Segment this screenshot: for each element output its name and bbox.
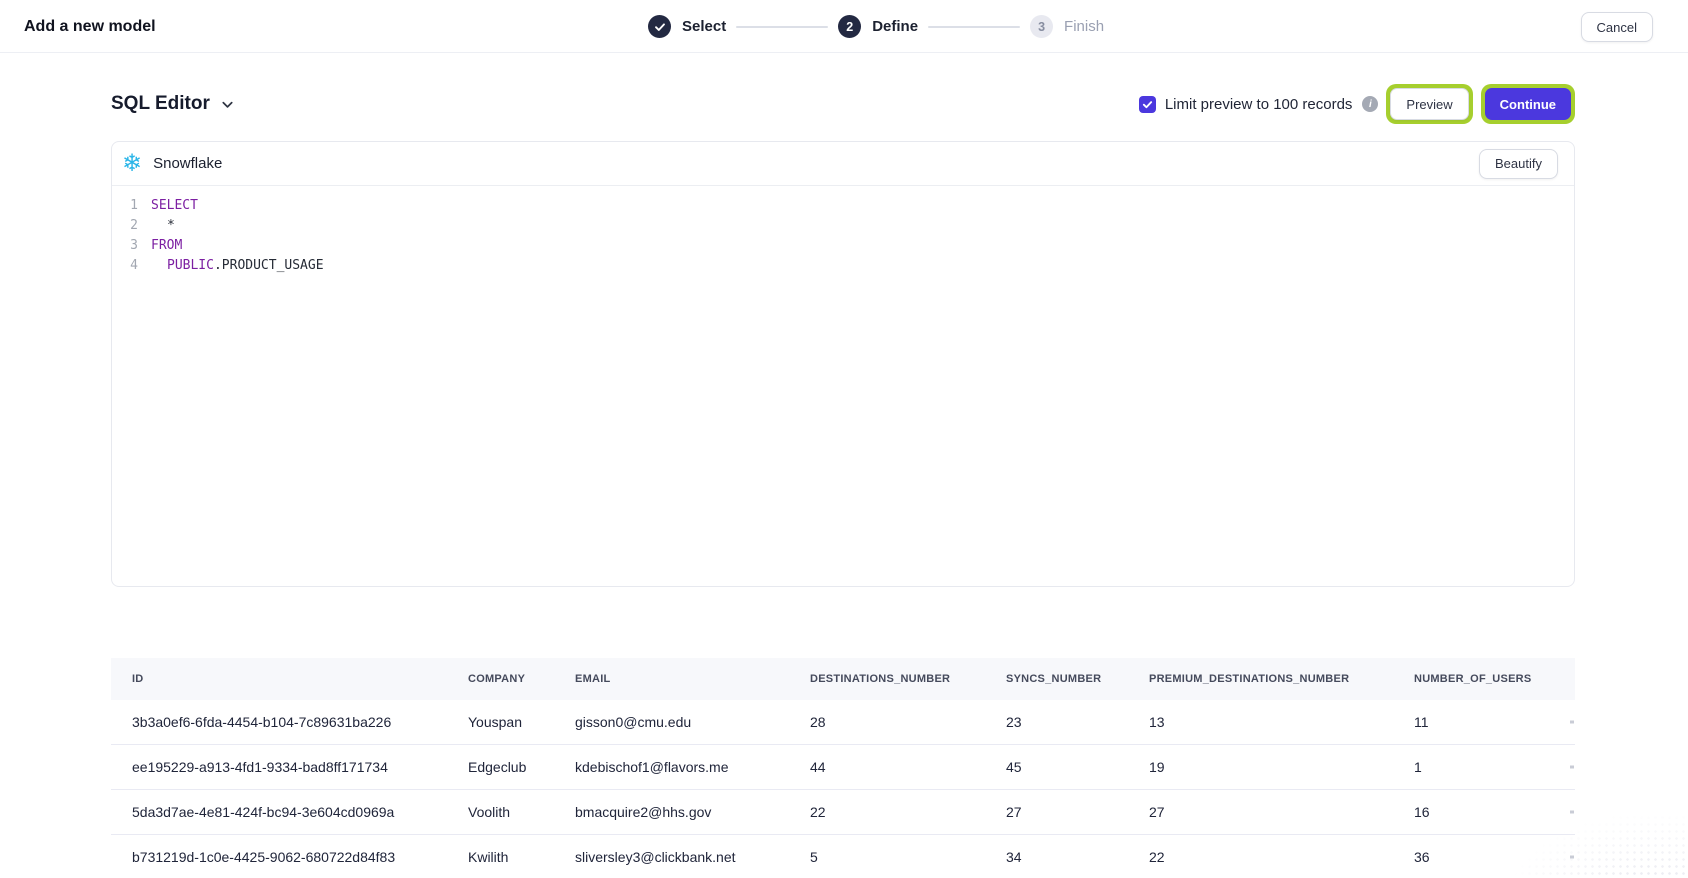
step-define: 2 Define xyxy=(838,15,918,38)
cell-syncs-number: 34 xyxy=(1006,849,1149,865)
cell-premium-destinations-number: 27 xyxy=(1149,804,1414,820)
info-icon[interactable]: i xyxy=(1362,96,1378,112)
step-finish-label: Finish xyxy=(1064,18,1104,35)
cell-premium-destinations-number: 13 xyxy=(1149,714,1414,730)
code-line: 2 * xyxy=(112,216,1574,236)
sql-editor-card: ❄ Snowflake Beautify 1 SELECT 2 * 3 FROM… xyxy=(111,141,1575,587)
line-number: 3 xyxy=(112,236,138,256)
stepper: Select 2 Define 3 Finish xyxy=(648,0,1104,53)
cell-syncs-number: 45 xyxy=(1006,759,1149,775)
code-line: 4 PUBLIC.PRODUCT_USAGE xyxy=(112,256,1574,276)
cell-email: gisson0@cmu.edu xyxy=(575,714,810,730)
cell-premium-destinations-number: 19 xyxy=(1149,759,1414,775)
step-finish-indicator: 3 xyxy=(1030,15,1053,38)
cell-number-of-users: 36 xyxy=(1414,849,1575,865)
editor-type-dropdown[interactable]: SQL Editor xyxy=(111,93,235,115)
column-header-syncs-number: SYNCS_NUMBER xyxy=(1006,673,1149,685)
editor-toolbar: SQL Editor Limit preview to 100 records … xyxy=(111,78,1575,130)
snowflake-icon: ❄ xyxy=(122,152,142,176)
cell-email: bmacquire2@hhs.gov xyxy=(575,804,810,820)
stepper-connector xyxy=(928,26,1020,28)
cell-number-of-users: 16 xyxy=(1414,804,1575,820)
editor-type-label: SQL Editor xyxy=(111,93,210,115)
step-select: Select xyxy=(648,15,726,38)
line-number: 2 xyxy=(112,216,138,236)
sql-text: .PRODUCT_USAGE xyxy=(214,258,324,273)
column-header-destinations-number: DESTINATIONS_NUMBER xyxy=(810,673,1006,685)
table-row: b731219d-1c0e-4425-9062-680722d84f83 Kwi… xyxy=(111,835,1575,878)
topbar: Add a new model Select 2 Define 3 Finish… xyxy=(0,0,1688,53)
cell-number-of-users: 1 xyxy=(1414,759,1575,775)
line-number: 1 xyxy=(112,196,138,216)
continue-button-highlight: Continue xyxy=(1481,84,1575,124)
column-header-number-of-users: NUMBER_OF_USERS xyxy=(1414,673,1575,685)
column-header-premium-destinations-number: PREMIUM_DESTINATIONS_NUMBER xyxy=(1149,673,1414,685)
table-row: 3b3a0ef6-6fda-4454-b104-7c89631ba226 You… xyxy=(111,700,1575,745)
sql-text: * xyxy=(167,218,175,233)
cell-company: Voolith xyxy=(468,804,575,820)
sql-code-editor[interactable]: 1 SELECT 2 * 3 FROM 4 PUBLIC.PRODUCT_USA… xyxy=(112,186,1574,286)
beautify-button[interactable]: Beautify xyxy=(1479,149,1558,179)
preview-button-highlight: Preview xyxy=(1386,84,1472,124)
step-define-indicator: 2 xyxy=(838,15,861,38)
cell-id: ee195229-a913-4fd1-9334-bad8ff171734 xyxy=(132,759,468,775)
preview-button[interactable]: Preview xyxy=(1390,88,1468,120)
cell-email: kdebischof1@flavors.me xyxy=(575,759,810,775)
column-header-id: ID xyxy=(132,673,468,685)
cell-email: sliversley3@clickbank.net xyxy=(575,849,810,865)
code-line: 3 FROM xyxy=(112,236,1574,256)
sql-keyword: FROM xyxy=(151,238,182,253)
continue-button[interactable]: Continue xyxy=(1485,88,1571,120)
column-header-company: COMPANY xyxy=(468,673,575,685)
step-select-label: Select xyxy=(682,18,726,35)
connection-name: Snowflake xyxy=(153,155,222,172)
limit-preview-group: Limit preview to 100 records i xyxy=(1139,96,1379,113)
code-line: 1 SELECT xyxy=(112,196,1574,216)
table-row: 5da3d7ae-4e81-424f-bc94-3e604cd0969a Voo… xyxy=(111,790,1575,835)
table-body: 3b3a0ef6-6fda-4454-b104-7c89631ba226 You… xyxy=(111,700,1575,878)
cell-id: b731219d-1c0e-4425-9062-680722d84f83 xyxy=(132,849,468,865)
table-header-row: ID COMPANY EMAIL DESTINATIONS_NUMBER SYN… xyxy=(111,658,1575,700)
stepper-connector xyxy=(736,26,828,28)
step-define-label: Define xyxy=(872,18,918,35)
sql-keyword: SELECT xyxy=(151,198,198,213)
cancel-button[interactable]: Cancel xyxy=(1581,12,1653,42)
line-number: 4 xyxy=(112,256,138,276)
column-header-email: EMAIL xyxy=(575,673,810,685)
cell-syncs-number: 27 xyxy=(1006,804,1149,820)
sql-schema: PUBLIC xyxy=(167,258,214,273)
toolbar-actions: Limit preview to 100 records i Preview C… xyxy=(1139,84,1575,124)
table-row: ee195229-a913-4fd1-9334-bad8ff171734 Edg… xyxy=(111,745,1575,790)
step-finish: 3 Finish xyxy=(1030,15,1104,38)
chevron-down-icon xyxy=(220,97,235,112)
cell-syncs-number: 23 xyxy=(1006,714,1149,730)
limit-preview-checkbox[interactable] xyxy=(1139,96,1156,113)
cell-company: Edgeclub xyxy=(468,759,575,775)
step-complete-check-icon xyxy=(648,15,671,38)
cell-premium-destinations-number: 22 xyxy=(1149,849,1414,865)
connection-header: ❄ Snowflake Beautify xyxy=(112,142,1574,186)
results-preview-table: ID COMPANY EMAIL DESTINATIONS_NUMBER SYN… xyxy=(111,658,1575,878)
cell-destinations-number: 5 xyxy=(810,849,1006,865)
cell-destinations-number: 22 xyxy=(810,804,1006,820)
cell-company: Youspan xyxy=(468,714,575,730)
cell-number-of-users: 11 xyxy=(1414,714,1575,730)
page-title: Add a new model xyxy=(24,0,156,53)
cell-destinations-number: 44 xyxy=(810,759,1006,775)
cell-destinations-number: 28 xyxy=(810,714,1006,730)
cell-company: Kwilith xyxy=(468,849,575,865)
add-model-page: Add a new model Select 2 Define 3 Finish… xyxy=(0,0,1688,878)
cell-id: 3b3a0ef6-6fda-4454-b104-7c89631ba226 xyxy=(132,714,468,730)
cell-id: 5da3d7ae-4e81-424f-bc94-3e604cd0969a xyxy=(132,804,468,820)
limit-preview-label: Limit preview to 100 records xyxy=(1165,96,1353,113)
